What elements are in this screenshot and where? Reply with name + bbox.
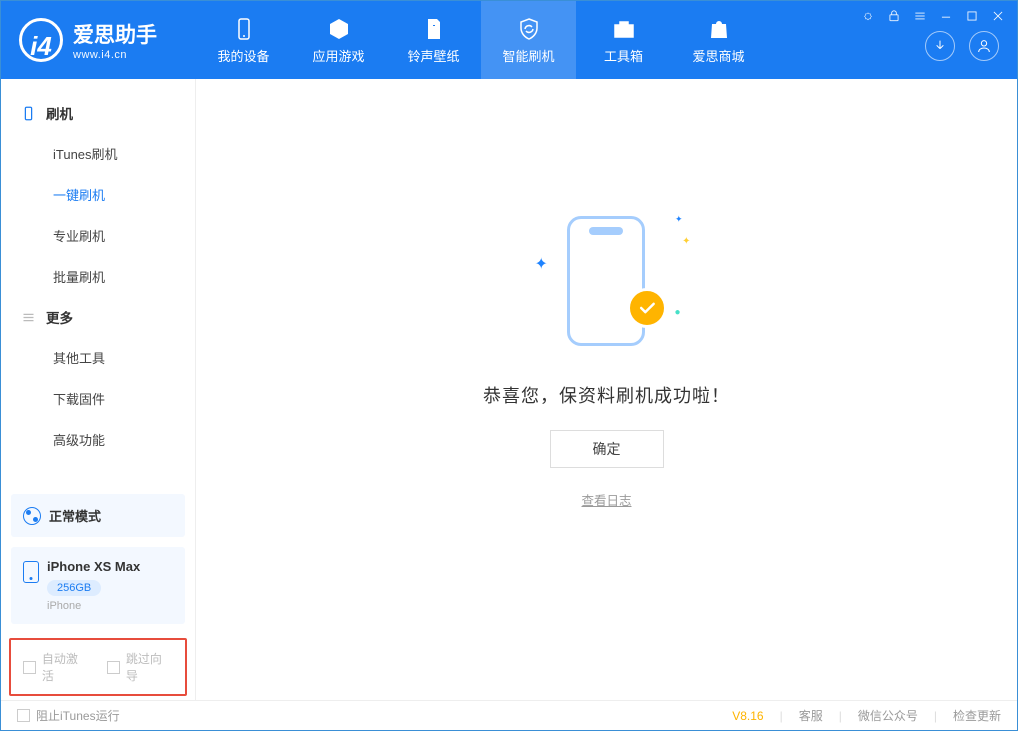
separator: | [780,709,783,723]
device-icon [21,106,36,121]
sidebar-nav: 刷机 iTunes刷机 一键刷机 专业刷机 批量刷机 更多 其他工具 下载固件 … [1,79,195,484]
sidebar-item-advanced[interactable]: 高级功能 [1,419,195,460]
outfit-icon[interactable] [861,9,875,23]
phone-icon [231,16,257,42]
tab-label: 智能刷机 [502,46,554,65]
tab-label: 爱思商城 [692,46,744,65]
download-button[interactable] [925,31,955,61]
logo-text: 爱思助手 www.i4.cn [73,19,157,61]
body: 刷机 iTunes刷机 一键刷机 专业刷机 批量刷机 更多 其他工具 下载固件 … [1,79,1017,700]
tab-store[interactable]: 爱思商城 [671,1,766,79]
mode-label: 正常模式 [49,506,101,525]
link-update[interactable]: 检查更新 [953,707,1001,724]
tab-device[interactable]: 我的设备 [196,1,291,79]
sidebar: 刷机 iTunes刷机 一键刷机 专业刷机 批量刷机 更多 其他工具 下载固件 … [1,79,196,700]
user-button[interactable] [969,31,999,61]
sidebar-item-pro[interactable]: 专业刷机 [1,215,195,256]
sidebar-item-firmware[interactable]: 下载固件 [1,378,195,419]
mode-icon [23,507,41,525]
separator: | [934,709,937,723]
checkbox-label: 阻止iTunes运行 [36,707,120,724]
menu-icon[interactable] [913,9,927,23]
checkbox-icon [17,709,30,722]
app-name: 爱思助手 [73,19,157,49]
checkbox-icon [23,661,36,674]
checkbox-label: 跳过向导 [126,650,173,684]
tab-label: 铃声壁纸 [407,46,459,65]
cube-icon [326,16,352,42]
tab-toolbox[interactable]: 工具箱 [576,1,671,79]
toolbox-icon [611,16,637,42]
close-icon[interactable] [991,9,1005,23]
checkbox-icon [107,661,120,674]
success-check-icon [627,288,667,328]
link-kefu[interactable]: 客服 [799,707,823,724]
sparkle-icon: ✦ [535,254,548,274]
app-header: i4 爱思助手 www.i4.cn 我的设备 应用游戏 铃声壁纸 智能刷机 工具… [1,1,1017,79]
link-wechat[interactable]: 微信公众号 [858,707,918,724]
maximize-icon[interactable] [965,9,979,23]
phone-illustration-icon [567,216,645,346]
status-bar: 阻止iTunes运行 V8.16 | 客服 | 微信公众号 | 检查更新 [1,700,1017,730]
music-file-icon [421,16,447,42]
group-label: 更多 [46,307,73,327]
checkbox-label: 自动激活 [42,650,89,684]
success-message: 恭喜您，保资料刷机成功啦！ [483,382,730,408]
minimize-icon[interactable] [939,9,953,23]
shield-refresh-icon [516,16,542,42]
sparkle-icon: ● [674,307,680,318]
version-label: V8.16 [732,709,763,723]
mode-card[interactable]: 正常模式 [11,494,185,537]
sidebar-item-oneclick[interactable]: 一键刷机 [1,174,195,215]
account-buttons [925,31,999,61]
view-log-link[interactable]: 查看日志 [581,490,631,509]
device-capacity: 256GB [47,580,101,596]
ok-button[interactable]: 确定 [550,430,664,468]
window-controls [861,9,1005,23]
sidebar-bottom-options: 自动激活 跳过向导 [9,638,187,696]
sparkle-icon: ✦ [682,236,690,247]
sidebar-item-itunes[interactable]: iTunes刷机 [1,133,195,174]
sidebar-cards: 正常模式 iPhone XS Max 256GB iPhone [1,484,195,638]
bag-icon [706,16,732,42]
logo-icon: i4 [19,18,63,62]
tab-label: 工具箱 [604,46,643,65]
top-tabs: 我的设备 应用游戏 铃声壁纸 智能刷机 工具箱 爱思商城 [196,1,766,79]
lock-icon[interactable] [887,9,901,23]
main-content: ✦ ✦ ● ✦ 恭喜您，保资料刷机成功啦！ 确定 查看日志 [196,79,1017,700]
checkbox-skipguide[interactable]: 跳过向导 [107,650,173,684]
checkbox-block-itunes[interactable]: 阻止iTunes运行 [17,707,120,724]
checkbox-autoactivate[interactable]: 自动激活 [23,650,89,684]
app-url: www.i4.cn [73,49,157,61]
device-type: iPhone [47,600,140,612]
device-card[interactable]: iPhone XS Max 256GB iPhone [11,547,185,624]
device-name: iPhone XS Max [47,559,140,574]
tab-apps[interactable]: 应用游戏 [291,1,386,79]
group-label: 刷机 [46,103,73,123]
tab-label: 我的设备 [217,46,269,65]
tab-ringtone[interactable]: 铃声壁纸 [386,1,481,79]
sidebar-group-flash: 刷机 [1,93,195,133]
success-illustration: ✦ ✦ ● ✦ [517,210,697,360]
device-phone-icon [23,561,39,583]
sparkle-icon: ✦ [675,214,683,225]
sidebar-item-othertools[interactable]: 其他工具 [1,337,195,378]
separator: | [839,709,842,723]
list-icon [21,310,36,325]
logo-area: i4 爱思助手 www.i4.cn [1,1,196,79]
tab-label: 应用游戏 [312,46,364,65]
sidebar-item-batch[interactable]: 批量刷机 [1,256,195,297]
tab-flash[interactable]: 智能刷机 [481,1,576,79]
sidebar-group-more: 更多 [1,297,195,337]
